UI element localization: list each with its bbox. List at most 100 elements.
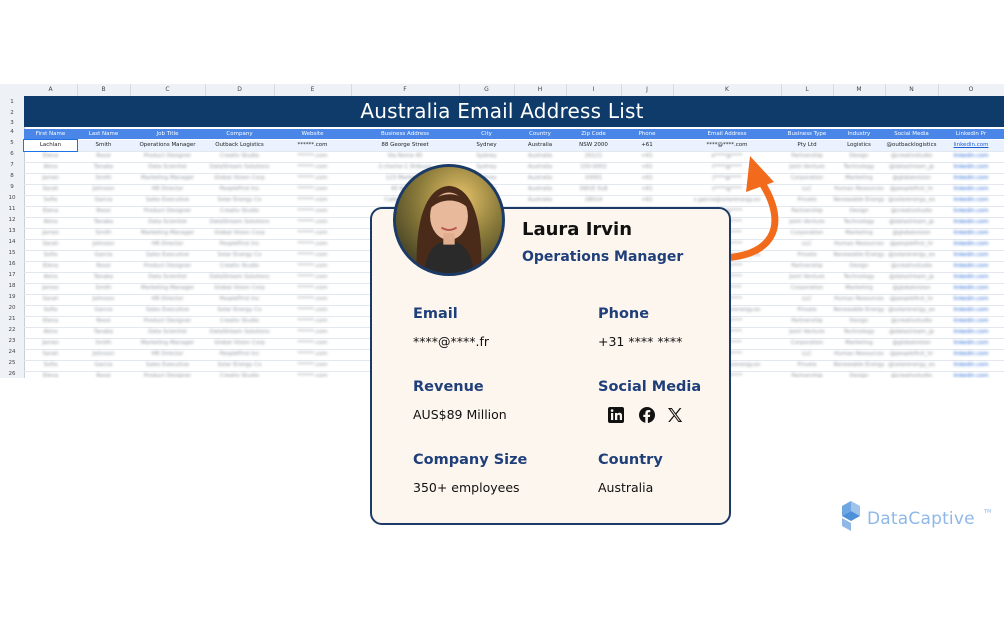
table-cell[interactable]: @creativstudio	[885, 151, 938, 162]
row-number[interactable]: 17	[0, 272, 24, 278]
table-cell[interactable]: DataStream Solutions	[205, 162, 274, 173]
table-cell[interactable]: Product Designer	[130, 371, 205, 378]
table-cell[interactable]: Technology	[833, 217, 885, 228]
table-cell[interactable]: Johnson	[77, 349, 130, 360]
table-cell[interactable]: +61	[621, 151, 673, 162]
table-cell[interactable]: linkedin.com	[938, 184, 1004, 195]
table-cell[interactable]: 28014	[566, 195, 621, 206]
table-cell[interactable]: linkedin.com	[938, 327, 1004, 338]
table-cell[interactable]: linkedin.com	[938, 206, 1004, 217]
table-cell[interactable]: Creativ Studio	[205, 261, 274, 272]
table-cell[interactable]: Marketing Manager	[130, 228, 205, 239]
table-cell[interactable]: @solarenergy_es	[885, 250, 938, 261]
table-cell[interactable]: ******.com	[274, 283, 351, 294]
table-cell[interactable]: Tanaka	[77, 327, 130, 338]
table-cell[interactable]: Johnson	[77, 294, 130, 305]
table-cell[interactable]: Marketing	[833, 283, 885, 294]
table-cell[interactable]: Human Resources	[833, 239, 885, 250]
row-number[interactable]: 20	[0, 305, 24, 311]
column-letter[interactable]: A	[24, 84, 78, 96]
table-cell[interactable]: Solar Energy Co	[205, 250, 274, 261]
table-cell[interactable]: ******.com	[274, 349, 351, 360]
row-number[interactable]: 5	[0, 140, 24, 146]
table-cell[interactable]: ******.com	[274, 338, 351, 349]
table-cell[interactable]: linkedin.com	[938, 217, 1004, 228]
table-cell[interactable]: Design	[833, 206, 885, 217]
table-cell[interactable]: 10001	[566, 173, 621, 184]
linkedin-icon[interactable]	[606, 405, 626, 425]
row-number[interactable]: 7	[0, 162, 24, 168]
table-cell[interactable]: 88 George Street	[351, 140, 459, 151]
table-cell[interactable]: ******.com	[274, 228, 351, 239]
table-cell[interactable]: Renewable Energy	[833, 360, 885, 371]
table-cell[interactable]: Garcia	[77, 195, 130, 206]
table-cell[interactable]: ******.com	[274, 162, 351, 173]
table-cell[interactable]: 150-0002	[566, 162, 621, 173]
table-cell[interactable]: ******.com	[274, 261, 351, 272]
table-cell[interactable]: @creativstudio	[885, 316, 938, 327]
table-cell[interactable]: DataStream Solutions	[205, 327, 274, 338]
table-cell[interactable]: Australia	[514, 140, 566, 151]
table-cell[interactable]: Rossi	[77, 371, 130, 378]
table-cell[interactable]: Technology	[833, 162, 885, 173]
column-letter[interactable]: B	[77, 84, 131, 96]
table-cell[interactable]: ******.com	[274, 360, 351, 371]
table-cell[interactable]: @peoplefirst_hr	[885, 184, 938, 195]
table-cell[interactable]: Solar Energy Co	[205, 360, 274, 371]
row-number[interactable]: 12	[0, 217, 24, 223]
table-cell[interactable]: ******.com	[274, 316, 351, 327]
table-cell[interactable]: linkedin.com	[938, 261, 1004, 272]
table-cell[interactable]: Australia	[514, 195, 566, 206]
table-cell[interactable]: Rossi	[77, 316, 130, 327]
table-cell[interactable]: Global Vision Corp	[205, 228, 274, 239]
table-cell[interactable]: Partnership	[781, 371, 833, 378]
table-cell[interactable]: ******.com	[274, 250, 351, 261]
table-cell[interactable]: @outbacklogistics	[885, 140, 938, 151]
table-cell[interactable]: Johnson	[77, 239, 130, 250]
table-cell[interactable]: Corporation	[781, 283, 833, 294]
table-cell[interactable]: Tanaka	[77, 162, 130, 173]
table-cell[interactable]: @datastream_jp	[885, 327, 938, 338]
table-cell[interactable]: PeopleFirst Inc	[205, 184, 274, 195]
table-cell[interactable]: Elena	[24, 151, 77, 162]
table-cell[interactable]: linkedin.com	[938, 272, 1004, 283]
table-cell[interactable]: @solarenergy_es	[885, 360, 938, 371]
table-cell[interactable]: LLC	[781, 349, 833, 360]
table-cell[interactable]: James	[24, 228, 77, 239]
table-cell[interactable]: ******.com	[274, 184, 351, 195]
table-cell[interactable]: Product Designer	[130, 151, 205, 162]
table-cell[interactable]: Tanaka	[77, 272, 130, 283]
row-number[interactable]: 24	[0, 349, 24, 355]
row-number[interactable]: 13	[0, 228, 24, 234]
table-cell[interactable]: linkedin.com	[938, 338, 1004, 349]
table-cell[interactable]: Rossi	[77, 261, 130, 272]
column-letter[interactable]: O	[938, 84, 1004, 96]
table-cell[interactable]: linkedin.com	[938, 371, 1004, 378]
table-cell[interactable]: Johnson	[77, 184, 130, 195]
table-cell[interactable]: @solarenergy_es	[885, 195, 938, 206]
column-letter[interactable]: N	[885, 84, 939, 96]
row-number[interactable]: 18	[0, 283, 24, 289]
table-cell[interactable]: Sales Executive	[130, 250, 205, 261]
table-cell[interactable]: ******.com	[274, 371, 351, 378]
row-number[interactable]: 8	[0, 173, 24, 179]
table-cell[interactable]: Product Designer	[130, 206, 205, 217]
table-cell[interactable]: Creativ Studio	[205, 316, 274, 327]
table-cell[interactable]: Australia	[514, 162, 566, 173]
row-number[interactable]: 6	[0, 151, 24, 157]
table-cell[interactable]: Rossi	[77, 151, 130, 162]
column-letter[interactable]: G	[459, 84, 515, 96]
table-cell[interactable]: Marketing	[833, 173, 885, 184]
table-cell[interactable]: 20121	[566, 151, 621, 162]
table-cell[interactable]: Design	[833, 371, 885, 378]
table-cell[interactable]: Data Scientist	[130, 162, 205, 173]
table-cell[interactable]: Sarah	[24, 294, 77, 305]
table-cell[interactable]: Marketing Manager	[130, 283, 205, 294]
table-cell[interactable]: Partnership	[781, 316, 833, 327]
row-number[interactable]: 26	[0, 371, 24, 377]
table-cell[interactable]: Akira	[24, 162, 77, 173]
table-cell[interactable]: Human Resources	[833, 184, 885, 195]
table-cell[interactable]: Design	[833, 151, 885, 162]
table-cell[interactable]: Solar Energy Co	[205, 305, 274, 316]
column-letter[interactable]: H	[514, 84, 567, 96]
